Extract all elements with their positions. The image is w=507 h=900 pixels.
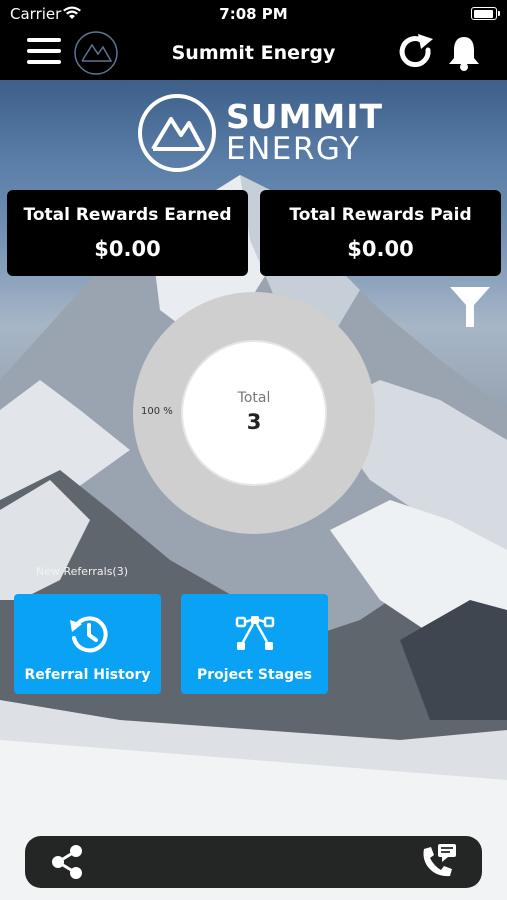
nav-bar: Summit Energy (0, 28, 507, 80)
project-stages-button[interactable]: Project Stages (181, 594, 328, 694)
slice-percent-label: 100 % (141, 406, 173, 417)
bottom-bar (25, 836, 482, 888)
donut-total-label: Total (237, 390, 271, 406)
total-rewards-earned-card: Total Rewards Earned $0.00 (7, 190, 248, 276)
referrals-donut-chart: 100 % Total 3 (133, 292, 375, 534)
tile-label: Referral History (24, 667, 151, 683)
tile-label: Project Stages (196, 667, 312, 683)
brand-mark-icon (138, 94, 216, 172)
refresh-icon[interactable] (397, 33, 435, 71)
donut-total-value: 3 (246, 410, 262, 434)
status-time: 7:08 PM (219, 5, 288, 23)
battery-icon (471, 7, 500, 20)
filter-icon[interactable] (448, 285, 492, 329)
bell-icon[interactable] (446, 34, 482, 72)
referral-history-button[interactable]: Referral History (14, 594, 161, 694)
brand-name-line1: SUMMIT (226, 97, 384, 136)
card-label: Total Rewards Paid (289, 205, 472, 225)
donut-center: Total 3 (183, 342, 325, 484)
workflow-icon (235, 616, 275, 650)
card-label: Total Rewards Earned (23, 205, 232, 225)
status-bar: Carrier 7:08 PM (0, 0, 507, 28)
history-icon (70, 616, 108, 653)
brand-logo: SUMMIT ENERGY (137, 93, 382, 175)
total-rewards-paid-card: Total Rewards Paid $0.00 (260, 190, 501, 276)
chart-legend-item: New Referrals(3) (36, 565, 129, 578)
brand-name-line2: ENERGY (226, 131, 361, 167)
card-value: $0.00 (347, 237, 414, 261)
call-icon[interactable] (418, 843, 458, 881)
share-icon[interactable] (49, 844, 85, 880)
card-value: $0.00 (94, 237, 161, 261)
